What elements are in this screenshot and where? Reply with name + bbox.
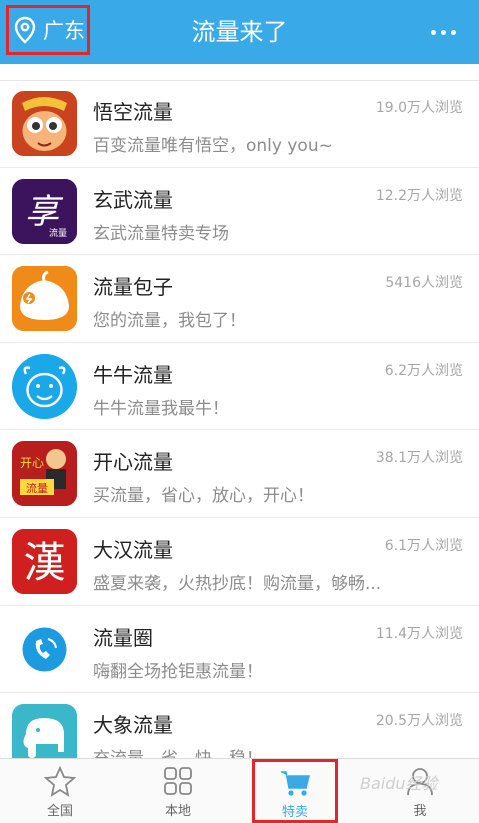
xuanwu-glyph: 享 — [25, 192, 64, 232]
top-header: 流量来了 广东 — [0, 0, 479, 64]
liuliangquan-app-icon — [12, 616, 77, 682]
list-item[interactable]: 流量圈 嗨翻全场抢钜惠流量！ 11.4万人浏览 — [0, 606, 479, 694]
list-item[interactable]: 开心 流量 开心流量 买流量，省心，放心，开心！ 38.1万人浏览 — [0, 430, 479, 518]
item-views: 6.1万人浏览 — [384, 537, 463, 554]
item-name: 大汉流量 — [93, 537, 173, 562]
item-views: 20.5万人浏览 — [375, 713, 463, 730]
xuanwu-app-icon: 享 流量 — [12, 178, 77, 244]
location-label: 广东 — [43, 19, 85, 43]
item-name: 开心流量 — [93, 450, 173, 475]
item-desc: 百变流量唯有悟空，only you~ — [93, 136, 333, 156]
location-pin-icon — [14, 16, 36, 44]
tab-label: 本地 — [164, 804, 191, 819]
list-item[interactable]: 流量包子 您的流量，我包了！ 5416人浏览 — [0, 255, 479, 343]
more-menu-button[interactable] — [431, 22, 461, 42]
item-views: 6.2万人浏览 — [384, 362, 463, 379]
offer-list: 悟空流量 百变流量唯有悟空，only you~ 19.0万人浏览 享 流量 玄武… — [0, 80, 479, 781]
item-views: 12.2万人浏览 — [375, 187, 463, 204]
kaixin-app-icon: 开心 流量 — [12, 441, 77, 507]
more-dot-icon — [431, 29, 436, 35]
tab-label: 特卖 — [281, 805, 308, 820]
grid-icon — [164, 767, 192, 795]
list-item[interactable]: 漢 大汉流量 盛夏来袭，火热抄底！购流量，够畅... 6.1万人浏览 — [0, 518, 479, 606]
list-item[interactable]: 悟空流量 百变流量唯有悟空，only you~ 19.0万人浏览 — [0, 80, 479, 168]
dahan-app-icon: 漢 — [12, 528, 77, 594]
item-name: 大象流量 — [93, 713, 173, 738]
item-name: 悟空流量 — [93, 100, 173, 124]
item-desc: 牛牛流量我最牛！ — [93, 398, 229, 419]
more-dot-icon — [451, 29, 456, 35]
kaixin-sub-glyph: 流量 — [26, 481, 48, 495]
item-name: 流量圈 — [93, 625, 153, 650]
cart-icon — [281, 771, 310, 796]
item-desc: 嗨翻全场抢钜惠流量！ — [93, 661, 263, 682]
watermark: Baidu经验 — [360, 774, 438, 793]
tab-local[interactable]: 本地 — [118, 759, 238, 823]
list-item[interactable]: 牛牛流量 牛牛流量我最牛！ 6.2万人浏览 — [0, 343, 479, 431]
item-views: 11.4万人浏览 — [375, 625, 463, 642]
list-item[interactable]: 享 流量 玄武流量 玄武流量特卖专场 12.2万人浏览 — [0, 168, 479, 256]
tab-special-sale[interactable]: 特卖 — [252, 759, 338, 823]
item-desc: 您的流量，我包了！ — [93, 311, 246, 332]
kaixin-glyph: 开心 — [20, 456, 44, 470]
item-name: 流量包子 — [93, 275, 173, 300]
item-views: 5416人浏览 — [385, 275, 463, 292]
location-selector[interactable]: 广东 — [6, 5, 90, 55]
baozi-app-icon — [12, 266, 77, 332]
star-icon — [44, 765, 76, 797]
item-name: 玄武流量 — [93, 187, 173, 212]
item-desc: 买流量，省心，放心，开心！ — [93, 486, 314, 507]
xuanwu-sub-glyph: 流量 — [49, 227, 67, 239]
tab-label: 全国 — [46, 804, 73, 819]
item-desc: 玄武流量特卖专场 — [93, 223, 229, 244]
dahan-glyph: 漢 — [23, 538, 65, 587]
item-name: 牛牛流量 — [93, 362, 173, 387]
wukong-app-icon — [12, 91, 77, 156]
more-dot-icon — [441, 29, 446, 35]
item-views: 19.0万人浏览 — [375, 100, 463, 116]
item-desc: 盛夏来袭，火热抄底！购流量，够畅... — [93, 573, 382, 594]
niuniu-app-icon — [12, 353, 77, 419]
item-views: 38.1万人浏览 — [375, 450, 463, 467]
tab-nationwide[interactable]: 全国 — [0, 759, 120, 823]
